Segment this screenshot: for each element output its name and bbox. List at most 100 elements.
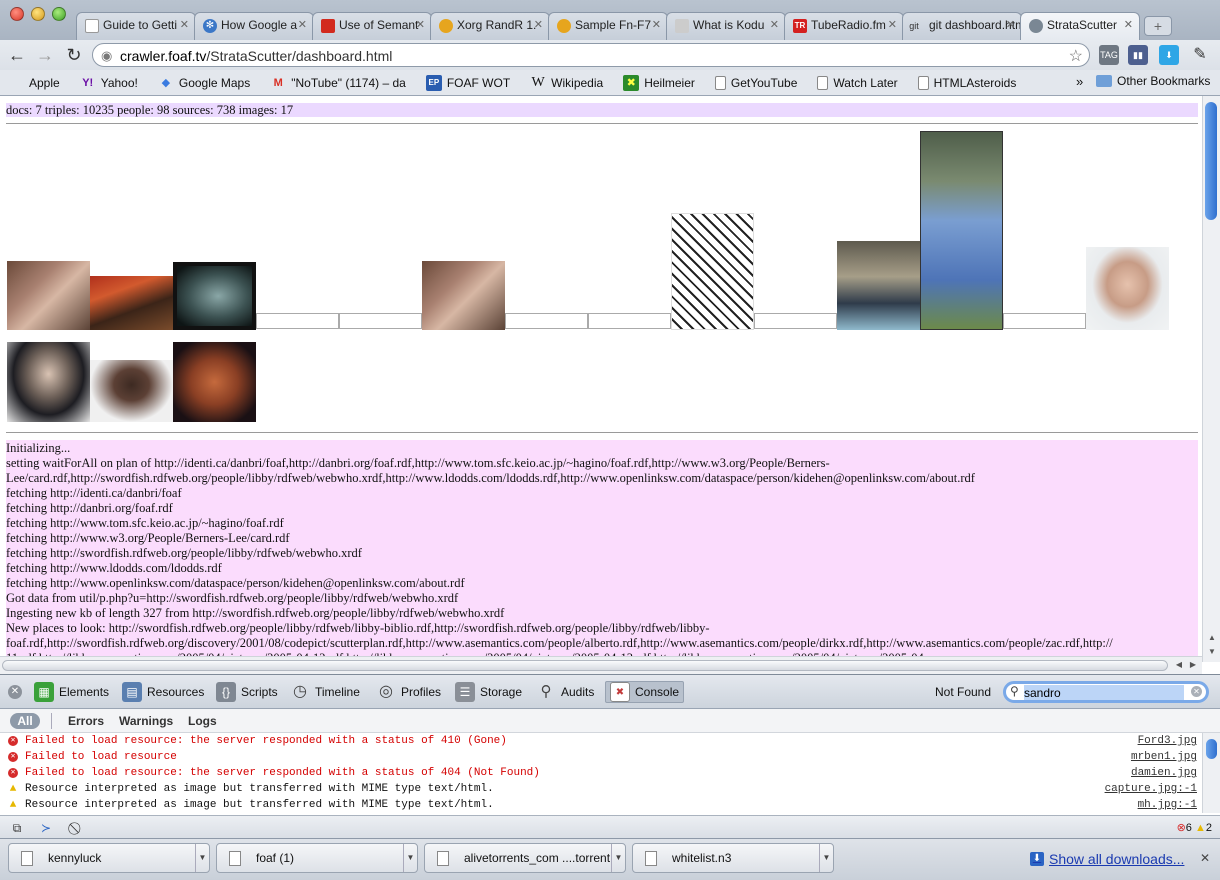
tab-tuberadio[interactable]: TR TubeRadio.fm ✕ — [784, 12, 904, 40]
page-horizontal-scrollbar[interactable]: ◀ ▶ — [0, 656, 1202, 674]
tab-use-of-semantic[interactable]: Use of Semant ✕ — [312, 12, 432, 40]
message-source-link[interactable]: mrben1.jpg — [1131, 749, 1197, 765]
tab-close-icon[interactable]: ✕ — [180, 18, 189, 31]
tab-close-icon[interactable]: ✕ — [1124, 18, 1133, 31]
scrollbar-thumb[interactable] — [1206, 739, 1217, 759]
filter-logs[interactable]: Logs — [188, 714, 217, 728]
tab-close-icon[interactable]: ✕ — [298, 18, 307, 31]
wrench-icon[interactable]: ✎ — [1190, 45, 1210, 65]
person-photo[interactable] — [173, 262, 256, 330]
download-item[interactable]: foaf (1) ▼ — [216, 843, 418, 873]
devtools-search[interactable]: ⚲ ✕ — [1003, 681, 1209, 703]
back-arrow-icon[interactable]: ← — [6, 44, 28, 66]
person-photo[interactable] — [7, 261, 90, 330]
bookmark-apple[interactable]: Apple — [8, 75, 60, 91]
panel-elements[interactable]: ▦ Elements — [34, 681, 109, 703]
scroll-right-arrow-icon[interactable]: ▶ — [1186, 658, 1200, 672]
bookmark-star-icon[interactable]: ☆ — [1069, 46, 1083, 66]
panel-storage[interactable]: ☰ Storage — [455, 681, 522, 703]
dock-icon[interactable]: ⧉ — [8, 820, 26, 836]
download-menu-icon[interactable]: ▼ — [403, 844, 417, 872]
bookmark-foaf-wot[interactable]: EP FOAF WOT — [425, 74, 510, 91]
resources-icon: ▤ — [122, 682, 142, 702]
person-photo[interactable] — [173, 342, 256, 422]
message-source-link[interactable]: damien.jpg — [1131, 765, 1197, 781]
person-photo[interactable] — [837, 241, 920, 330]
other-bookmarks[interactable]: Other Bookmarks — [1096, 74, 1210, 88]
filter-all[interactable]: All — [10, 713, 40, 729]
bookmark-htmlasteroids[interactable]: HTMLAsteroids — [917, 75, 1016, 90]
download-item[interactable]: whitelist.n3 ▼ — [632, 843, 834, 873]
tab-close-icon[interactable]: ✕ — [652, 18, 661, 31]
tab-stratascutter[interactable]: StrataScutter ✕ — [1020, 12, 1140, 40]
window-close-button[interactable] — [10, 7, 24, 21]
download-menu-icon[interactable]: ▼ — [611, 844, 625, 872]
address-bar[interactable]: ◉ crawler.foaf.tv/StrataScutter/dashboar… — [92, 43, 1090, 67]
message-source-link[interactable]: capture.jpg:-1 — [1105, 781, 1197, 797]
panel-scripts[interactable]: {} Scripts — [216, 681, 278, 703]
filter-errors[interactable]: Errors — [68, 714, 104, 728]
person-photo[interactable] — [7, 342, 90, 422]
forward-arrow-icon[interactable]: → — [34, 44, 56, 66]
scroll-down-arrow-icon[interactable]: ▼ — [1205, 645, 1219, 659]
bookmark-getyoutube[interactable]: GetYouTube — [714, 75, 797, 90]
bookmark-watch-later[interactable]: Watch Later — [817, 75, 898, 90]
clear-console-icon[interactable]: ⃠ — [68, 820, 86, 836]
clear-search-icon[interactable]: ✕ — [1191, 686, 1202, 697]
bookmark-heilmeier[interactable]: ✖ Heilmeier — [623, 74, 695, 91]
reload-icon[interactable]: ↻ — [63, 44, 85, 66]
bookmark-wikipedia[interactable]: W Wikipedia — [530, 75, 604, 91]
bookmarks-overflow-chevron-icon[interactable]: » — [1076, 74, 1083, 89]
download-item[interactable]: kennyluck ▼ — [8, 843, 210, 873]
tab-close-icon[interactable]: ✕ — [416, 18, 425, 31]
message-source-link[interactable]: mh.jpg:-1 — [1138, 797, 1197, 813]
panel-timeline[interactable]: ◷ Timeline — [290, 681, 360, 703]
panel-audits[interactable]: ⚲ Audits — [536, 681, 595, 703]
show-all-downloads-link[interactable]: ⬇ Show all downloads... — [1030, 851, 1184, 867]
bookmark-yahoo[interactable]: Y! Yahoo! — [80, 75, 138, 91]
tab-guide[interactable]: Guide to Getti ✕ — [76, 12, 196, 40]
download-menu-icon[interactable]: ▼ — [195, 844, 209, 872]
person-photo[interactable] — [422, 261, 505, 330]
tab-close-icon[interactable]: ✕ — [534, 18, 543, 31]
tab-how-google[interactable]: ✻ How Google a ✕ — [194, 12, 314, 40]
console-toggle-icon[interactable]: ≻ — [37, 820, 55, 836]
close-icon[interactable]: ✕ — [8, 685, 22, 699]
person-photo[interactable] — [1086, 247, 1169, 330]
panel-console[interactable]: ✖ Console — [605, 681, 685, 703]
tab-xorg-randr[interactable]: Xorg RandR 1. ✕ — [430, 12, 550, 40]
panel-profiles[interactable]: ◎ Profiles — [376, 681, 441, 703]
scrollbar-thumb[interactable] — [2, 660, 1168, 671]
page-vertical-scrollbar[interactable]: ▲ ▼ — [1202, 96, 1220, 662]
window-zoom-button[interactable] — [52, 7, 66, 21]
chart-extension-icon[interactable]: ▮▮ — [1128, 45, 1148, 65]
search-input[interactable] — [1024, 685, 1184, 700]
scrollbar-thumb[interactable] — [1205, 102, 1217, 220]
person-photo[interactable] — [90, 276, 173, 330]
page-icon — [817, 75, 829, 90]
tab-close-icon[interactable]: ✕ — [888, 18, 897, 31]
download-menu-icon[interactable]: ▼ — [819, 844, 833, 872]
filter-warnings[interactable]: Warnings — [119, 714, 173, 728]
tab-close-icon[interactable]: ✕ — [1006, 18, 1015, 31]
panel-resources[interactable]: ▤ Resources — [122, 681, 204, 703]
tab-what-is-kodu[interactable]: What is Kodu ✕ — [666, 12, 786, 40]
bookmark-google-maps[interactable]: ◆ Google Maps — [158, 75, 251, 91]
tab-close-icon[interactable]: ✕ — [770, 18, 779, 31]
tab-sample-fn-f7[interactable]: Sample Fn-F7 ✕ — [548, 12, 668, 40]
message-source-link[interactable]: Ford3.jpg — [1138, 733, 1197, 749]
download-item[interactable]: alivetorrents_com ....torrent ▼ — [424, 843, 626, 873]
person-photo[interactable] — [90, 360, 173, 422]
wizard-photo[interactable] — [920, 131, 1003, 330]
tab-git-dashboard[interactable]: git git dashboard.htm ✕ — [902, 12, 1022, 40]
drawing-image[interactable] — [671, 213, 754, 330]
tag-extension-icon[interactable]: TAG — [1099, 45, 1119, 65]
window-minimize-button[interactable] — [31, 7, 45, 21]
scroll-up-arrow-icon[interactable]: ▲ — [1205, 631, 1219, 645]
new-tab-button[interactable]: + — [1144, 16, 1172, 36]
scroll-left-arrow-icon[interactable]: ◀ — [1172, 658, 1186, 672]
download-arrow-extension-icon[interactable]: ⬇ — [1159, 45, 1179, 65]
console-scrollbar[interactable] — [1202, 733, 1220, 813]
bookmark-notube[interactable]: M "NoTube" (1174) – da — [270, 75, 406, 91]
close-icon[interactable]: ✕ — [1200, 851, 1210, 865]
